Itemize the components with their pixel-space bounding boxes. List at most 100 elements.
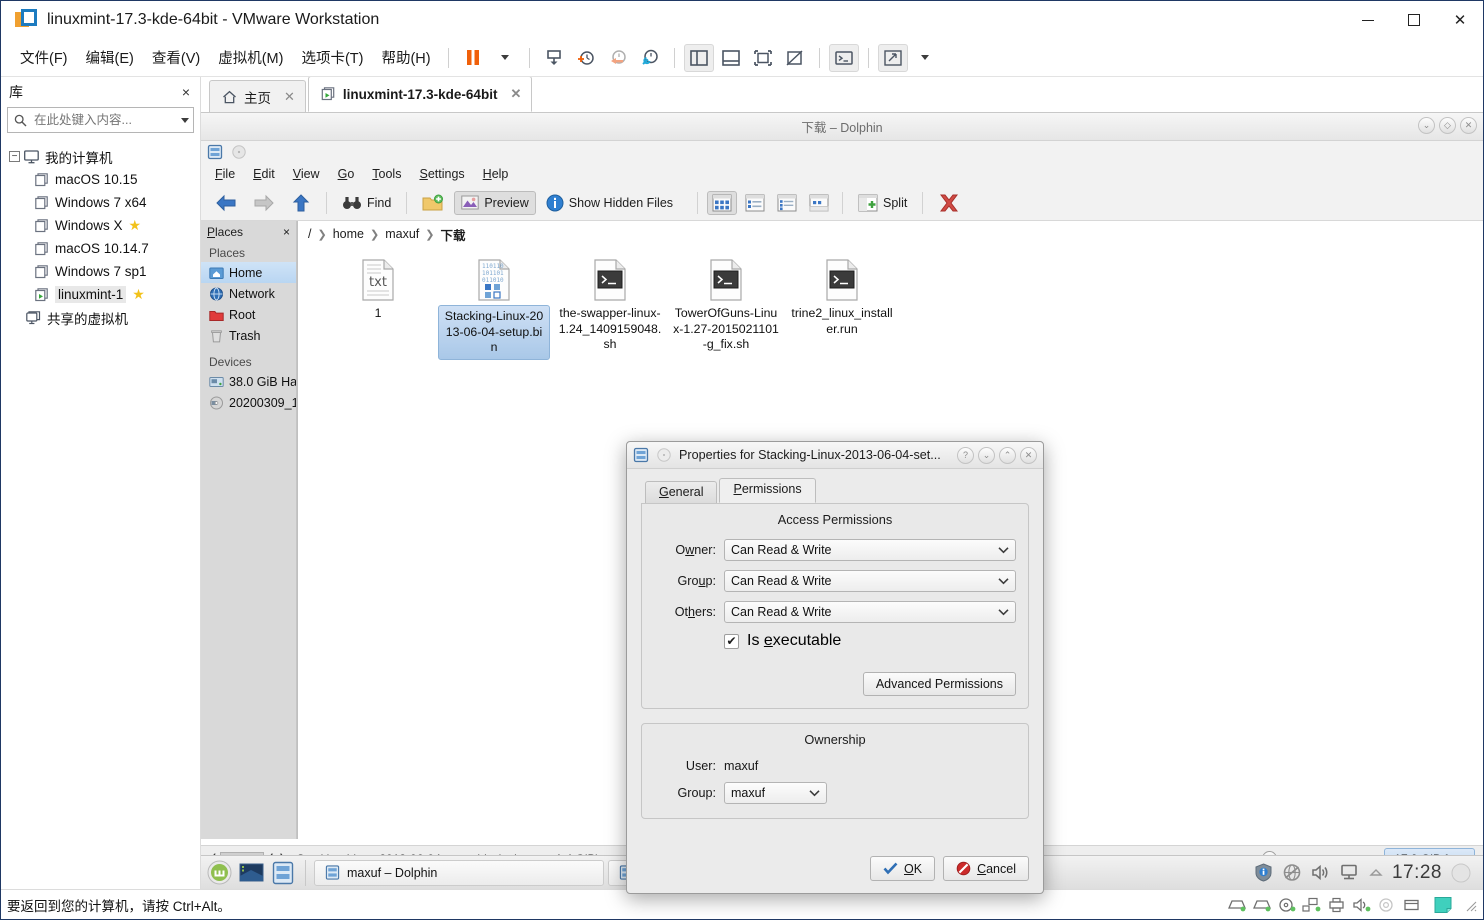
shade-icon[interactable]: ⌄ [978, 446, 995, 464]
chevron-down-icon[interactable] [490, 44, 520, 72]
network-icon[interactable] [1301, 895, 1323, 915]
cancel-button[interactable]: Cancel [943, 856, 1029, 881]
menu-view[interactable]: 查看(V) [143, 43, 209, 72]
tab-close-icon[interactable]: ✕ [284, 89, 295, 105]
menu-tools[interactable]: Tools [366, 166, 407, 182]
usb-icon[interactable] [1401, 895, 1423, 915]
tree-item-shared-vms[interactable]: 共享的虚拟机 [1, 306, 200, 329]
printer-icon[interactable] [1326, 895, 1348, 915]
show-library-icon[interactable] [683, 43, 714, 72]
file-item[interactable]: 110110 101101 011010 Stacking-Linux-2013-0… [436, 255, 552, 364]
file-item[interactable]: trine2_linux_installer.run [784, 255, 900, 364]
file-item[interactable]: TowerOfGuns-Linux-1.27-2015021101-g_fix.… [668, 255, 784, 364]
tab-close-icon[interactable]: ✕ [510, 86, 521, 102]
up-button[interactable] [285, 190, 317, 216]
menu-edit[interactable]: Edit [247, 166, 281, 182]
hard-disk-icon[interactable] [1226, 895, 1248, 915]
snapshot-manager-icon[interactable] [635, 44, 665, 72]
snapshot-take-icon[interactable] [539, 44, 569, 72]
snapshot-revert-icon[interactable] [603, 44, 633, 72]
breadcrumb-maxuf[interactable]: maxuf [385, 227, 419, 241]
place-item-home[interactable]: Home [201, 262, 296, 283]
preview-button[interactable]: Preview [454, 190, 536, 215]
menu-file[interactable]: File [209, 166, 241, 182]
help-icon[interactable]: ? [957, 446, 974, 464]
camera-icon[interactable] [1376, 895, 1398, 915]
split-button[interactable]: Split [852, 191, 913, 215]
library-close-icon[interactable]: × [182, 84, 190, 100]
place-item-root[interactable]: Root [201, 304, 296, 325]
menu-help[interactable]: 帮助(H) [372, 43, 439, 72]
tab-home[interactable]: 主页 ✕ [209, 80, 306, 112]
advanced-permissions-button[interactable]: Advanced Permissions [862, 672, 1016, 696]
note-icon[interactable] [1432, 895, 1454, 915]
ok-button[interactable]: OK [870, 856, 936, 881]
dolphin-launcher-icon[interactable] [269, 859, 297, 887]
mint-menu-icon[interactable] [205, 859, 233, 887]
show-thumbnails-icon[interactable] [716, 44, 746, 72]
console-icon[interactable] [828, 43, 859, 72]
network-disconnected-icon[interactable] [1282, 863, 1302, 882]
collapse-icon[interactable]: − [9, 151, 20, 162]
back-button[interactable] [209, 190, 243, 216]
task-button-maxuf-dolphin[interactable]: maxuf – Dolphin [314, 859, 604, 886]
place-item-harddisk[interactable]: 38.0 GiB Ha [201, 371, 296, 392]
breadcrumb-root[interactable]: / [308, 227, 311, 241]
clock[interactable]: 17:28 [1392, 862, 1442, 884]
place-item-network[interactable]: Network [201, 283, 296, 304]
pause-icon[interactable] [458, 44, 488, 72]
maximize-button[interactable] [1391, 1, 1437, 39]
display-icon[interactable] [1340, 863, 1360, 882]
menu-view[interactable]: View [287, 166, 326, 182]
menu-help[interactable]: Help [477, 166, 515, 182]
icons-view-button[interactable] [707, 190, 738, 215]
menu-file[interactable]: 文件(F) [11, 43, 77, 72]
tab-linuxmint[interactable]: linuxmint-17.3-kde-64bit ✕ [307, 77, 533, 112]
menu-go[interactable]: Go [332, 166, 361, 182]
close-icon[interactable]: ✕ [1020, 446, 1037, 464]
details-view-button[interactable] [773, 192, 801, 214]
tree-item-macos-10147[interactable]: macOS 10.14.7 [1, 237, 200, 260]
tree-item-macos-1015[interactable]: macOS 10.15 [1, 168, 200, 191]
unity-mode-icon[interactable] [780, 44, 810, 72]
chevron-down-icon-2[interactable] [910, 44, 940, 72]
sound-icon[interactable] [1351, 895, 1373, 915]
ownership-group-select[interactable]: maxuf [724, 782, 827, 804]
search-input[interactable] [32, 112, 150, 128]
minimize-button[interactable] [1345, 1, 1391, 39]
shade-icon[interactable]: ⌄ [1418, 117, 1435, 134]
close-icon[interactable]: ✕ [1460, 117, 1477, 134]
fullscreen-icon[interactable] [748, 44, 778, 72]
menu-vm[interactable]: 虚拟机(M) [209, 43, 292, 72]
window-resize-grip[interactable] [1463, 898, 1477, 912]
find-button[interactable]: Find [336, 192, 397, 214]
cd-icon[interactable] [1276, 895, 1298, 915]
shield-info-icon[interactable] [1254, 863, 1273, 882]
is-executable-row[interactable]: ✔ Is executable [724, 632, 1016, 650]
keep-above-icon[interactable]: ◇ [1439, 117, 1456, 134]
hard-disk-2-icon[interactable] [1251, 895, 1273, 915]
forward-button[interactable] [247, 190, 281, 216]
extra-view-button[interactable] [805, 192, 833, 214]
group-select[interactable]: Can Read & Write [724, 570, 1016, 592]
library-search-box[interactable] [7, 107, 194, 133]
places-close-icon[interactable]: × [283, 225, 290, 239]
delete-button[interactable] [932, 190, 966, 216]
show-desktop-icon[interactable] [237, 859, 265, 887]
file-item[interactable]: txt 1 [320, 255, 436, 364]
snapshot-add-icon[interactable] [571, 44, 601, 72]
tree-item-linuxmint[interactable]: linuxmint-1 ★ [1, 283, 200, 306]
place-item-trash[interactable]: Trash [201, 325, 296, 346]
close-button[interactable]: ✕ [1437, 1, 1483, 39]
file-item[interactable]: the-swapper-linux-1.24_1409159048.sh [552, 255, 668, 364]
others-select[interactable]: Can Read & Write [724, 601, 1016, 623]
tab-permissions[interactable]: Permissions [719, 478, 816, 503]
menu-settings[interactable]: Settings [413, 166, 470, 182]
chevron-down-icon[interactable] [181, 117, 189, 123]
breadcrumb-current[interactable]: 下载 [440, 225, 465, 244]
breadcrumb-home[interactable]: home [333, 227, 364, 241]
is-executable-checkbox[interactable]: ✔ [724, 633, 739, 649]
arrow-up-icon[interactable] [1369, 867, 1383, 879]
compact-view-button[interactable] [741, 192, 769, 214]
owner-select[interactable]: Can Read & Write [724, 539, 1016, 561]
